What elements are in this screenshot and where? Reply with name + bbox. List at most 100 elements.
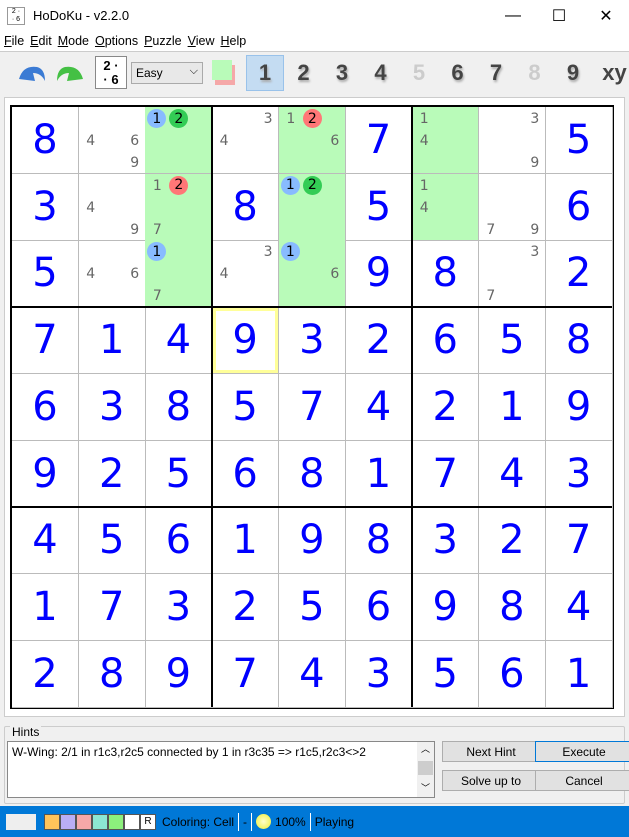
reset-colors-button[interactable]: R bbox=[140, 813, 156, 830]
menu-help[interactable]: Help bbox=[221, 34, 247, 48]
cell-r1c4[interactable]: 34 bbox=[212, 107, 280, 174]
filter-digit-7-button[interactable]: 7 bbox=[477, 55, 515, 91]
cell-r7c7[interactable]: 3 bbox=[412, 507, 480, 575]
cell-r4c7[interactable]: 6 bbox=[412, 307, 480, 375]
cell-r7c1[interactable]: 4 bbox=[12, 507, 79, 575]
cell-r2c8[interactable]: 79 bbox=[478, 173, 546, 241]
cell-r6c2[interactable]: 2 bbox=[78, 440, 146, 508]
cell-r6c8[interactable]: 4 bbox=[478, 440, 546, 508]
sudoku-grid[interactable]: 8469123412671439534912781251479654617341… bbox=[10, 105, 614, 709]
color-swatch-button[interactable] bbox=[44, 813, 60, 830]
cell-r2c9[interactable]: 6 bbox=[545, 173, 613, 241]
cell-r3c3[interactable]: 17 bbox=[145, 240, 213, 308]
cell-r6c9[interactable]: 3 bbox=[545, 440, 613, 508]
cell-r8c5[interactable]: 5 bbox=[278, 573, 346, 641]
cell-r9c2[interactable]: 8 bbox=[78, 640, 146, 708]
cell-r1c3[interactable]: 12 bbox=[145, 107, 213, 174]
hint-text-area[interactable]: W-Wing: 2/1 in r1c3,r2c5 connected by 1 … bbox=[7, 741, 435, 798]
cell-r3c5[interactable]: 16 bbox=[278, 240, 346, 308]
cell-r5c9[interactable]: 9 bbox=[545, 373, 613, 441]
cell-r7c8[interactable]: 2 bbox=[478, 507, 546, 575]
menu-edit[interactable]: Edit bbox=[30, 34, 52, 48]
cell-r4c8[interactable]: 5 bbox=[478, 307, 546, 375]
cell-r6c5[interactable]: 8 bbox=[278, 440, 346, 508]
cell-r8c3[interactable]: 3 bbox=[145, 573, 213, 641]
cell-r5c6[interactable]: 4 bbox=[345, 373, 413, 441]
cell-r9c9[interactable]: 1 bbox=[545, 640, 613, 708]
cell-r6c3[interactable]: 5 bbox=[145, 440, 213, 508]
color-swatch-button[interactable] bbox=[76, 813, 92, 830]
cell-r6c4[interactable]: 6 bbox=[212, 440, 280, 508]
cell-r3c6[interactable]: 9 bbox=[345, 240, 413, 308]
cell-r2c1[interactable]: 3 bbox=[12, 173, 79, 241]
undo-button[interactable] bbox=[14, 55, 50, 91]
cell-r7c3[interactable]: 6 bbox=[145, 507, 213, 575]
menu-puzzle[interactable]: Puzzle bbox=[144, 34, 182, 48]
maximize-button[interactable]: ☐ bbox=[536, 0, 582, 31]
show-candidates-button[interactable]: 2 · · 6 bbox=[95, 56, 127, 89]
cell-r2c2[interactable]: 49 bbox=[78, 173, 146, 241]
cell-r9c4[interactable]: 7 bbox=[212, 640, 280, 708]
cell-r5c2[interactable]: 3 bbox=[78, 373, 146, 441]
cell-r3c7[interactable]: 8 bbox=[412, 240, 480, 308]
cell-r4c6[interactable]: 2 bbox=[345, 307, 413, 375]
next-hint-button[interactable]: Next Hint bbox=[442, 741, 540, 762]
filter-digit-6-button[interactable]: 6 bbox=[439, 55, 477, 91]
cell-r2c3[interactable]: 12 7 bbox=[145, 173, 213, 241]
cell-r4c2[interactable]: 1 bbox=[78, 307, 146, 375]
cell-r5c5[interactable]: 7 bbox=[278, 373, 346, 441]
cell-r2c4[interactable]: 8 bbox=[212, 173, 280, 241]
execute-button[interactable]: Execute bbox=[535, 741, 629, 762]
cell-r3c2[interactable]: 46 bbox=[78, 240, 146, 308]
cell-r5c8[interactable]: 1 bbox=[478, 373, 546, 441]
cell-r1c2[interactable]: 4 6 9 bbox=[78, 107, 146, 174]
filter-digit-9-button[interactable]: 9 bbox=[554, 55, 592, 91]
redo-button[interactable] bbox=[52, 55, 88, 91]
cell-r7c9[interactable]: 7 bbox=[545, 507, 613, 575]
filter-digit-3-button[interactable]: 3 bbox=[323, 55, 361, 91]
cell-r4c1[interactable]: 7 bbox=[12, 307, 79, 375]
cell-r7c2[interactable]: 5 bbox=[78, 507, 146, 575]
cell-r8c7[interactable]: 9 bbox=[412, 573, 480, 641]
cell-r1c5[interactable]: 126 bbox=[278, 107, 346, 174]
cell-r5c7[interactable]: 2 bbox=[412, 373, 480, 441]
cell-r9c1[interactable]: 2 bbox=[12, 640, 79, 708]
cell-r2c7[interactable]: 14 bbox=[412, 173, 480, 241]
cell-r3c1[interactable]: 5 bbox=[12, 240, 79, 308]
bivalue-filter-button[interactable]: xy bbox=[600, 55, 629, 91]
cell-r8c4[interactable]: 2 bbox=[212, 573, 280, 641]
cell-r6c1[interactable]: 9 bbox=[12, 440, 79, 508]
cell-r4c5[interactable]: 3 bbox=[278, 307, 346, 375]
cell-r9c8[interactable]: 6 bbox=[478, 640, 546, 708]
menu-options[interactable]: Options bbox=[95, 34, 138, 48]
cell-r3c4[interactable]: 34 bbox=[212, 240, 280, 308]
cell-r9c7[interactable]: 5 bbox=[412, 640, 480, 708]
color-swatch-button[interactable] bbox=[60, 813, 76, 830]
cell-r4c9[interactable]: 8 bbox=[545, 307, 613, 375]
menu-file[interactable]: File bbox=[4, 34, 24, 48]
cell-r2c6[interactable]: 5 bbox=[345, 173, 413, 241]
cell-r5c3[interactable]: 8 bbox=[145, 373, 213, 441]
filter-digit-2-button[interactable]: 2 bbox=[285, 55, 323, 91]
filter-digit-5-button[interactable]: 5 bbox=[400, 55, 438, 91]
color-swatch-button[interactable] bbox=[92, 813, 108, 830]
cell-r1c8[interactable]: 39 bbox=[478, 107, 546, 174]
cell-r7c4[interactable]: 1 bbox=[212, 507, 280, 575]
filter-digit-8-button[interactable]: 8 bbox=[516, 55, 554, 91]
cell-r8c6[interactable]: 6 bbox=[345, 573, 413, 641]
cell-r6c6[interactable]: 1 bbox=[345, 440, 413, 508]
hint-scrollbar[interactable]: ︿ ﹀ bbox=[417, 742, 434, 797]
color-swatch-button[interactable] bbox=[124, 813, 140, 830]
cell-r3c8[interactable]: 37 bbox=[478, 240, 546, 308]
menu-view[interactable]: View bbox=[188, 34, 215, 48]
cell-r2c5[interactable]: 12 bbox=[278, 173, 346, 241]
cell-r9c3[interactable]: 9 bbox=[145, 640, 213, 708]
cell-r7c6[interactable]: 8 bbox=[345, 507, 413, 575]
solve-up-to-button[interactable]: Solve up to bbox=[442, 770, 540, 791]
cell-r5c4[interactable]: 5 bbox=[212, 373, 280, 441]
filter-digit-1-button[interactable]: 1 bbox=[246, 55, 284, 91]
cell-r9c5[interactable]: 4 bbox=[278, 640, 346, 708]
cell-r6c7[interactable]: 7 bbox=[412, 440, 480, 508]
cancel-button[interactable]: Cancel bbox=[535, 770, 629, 791]
filter-digit-4-button[interactable]: 4 bbox=[362, 55, 400, 91]
